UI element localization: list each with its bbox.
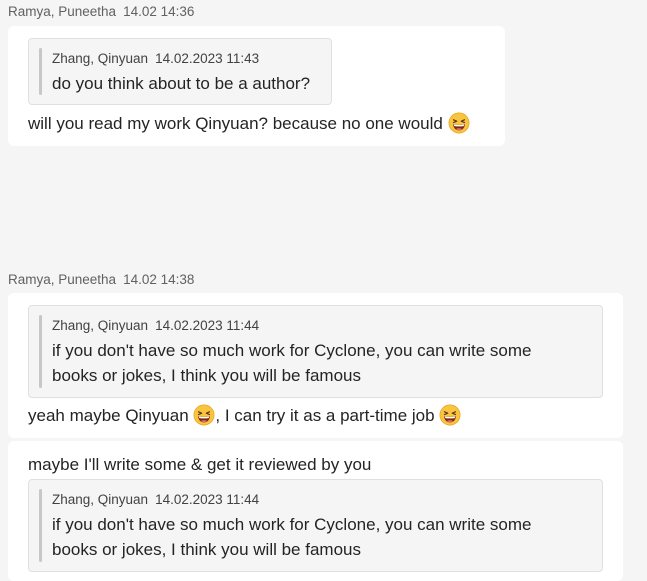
author-name: Ramya, Puneetha bbox=[8, 4, 117, 19]
quote-author: Zhang, Qinyuan bbox=[52, 51, 149, 66]
message-header: Ramya, Puneetha 14.02 14:38 bbox=[8, 272, 194, 287]
quote-text-line: books or jokes, I think you will be famo… bbox=[52, 366, 361, 385]
quoted-message[interactable]: Zhang, Qinyuan 14.02.2023 11:43 do you th… bbox=[28, 38, 332, 105]
quote-text-line: if you don't have so much work for Cyclo… bbox=[52, 515, 532, 534]
message-text: yeah maybe Qinyuan , I can try it as a p… bbox=[28, 404, 461, 426]
quote-bar bbox=[39, 48, 42, 95]
message-text: will you read my work Qinyuan? because n… bbox=[28, 112, 470, 134]
author-name: Ramya, Puneetha bbox=[8, 272, 117, 287]
quote-author: Zhang, Qinyuan bbox=[52, 318, 149, 333]
quote-timestamp: 14.02.2023 11:44 bbox=[155, 492, 260, 507]
quote-header: Zhang, Qinyuan 14.02.2023 11:44 bbox=[52, 492, 259, 507]
timestamp: 14.02 14:36 bbox=[123, 4, 195, 19]
grinning-squint-emoji-icon bbox=[448, 112, 470, 134]
quote-text: do you think about to be a author? bbox=[52, 74, 311, 93]
quoted-message[interactable]: Zhang, Qinyuan 14.02.2023 11:44 if you do… bbox=[28, 305, 603, 398]
quote-text-line: if you don't have so much work for Cyclo… bbox=[52, 341, 532, 360]
message-text-part: , I can try it as a part-time job bbox=[215, 406, 440, 425]
grinning-squint-emoji-icon bbox=[193, 404, 215, 426]
quote-text-line: books or jokes, I think you will be famo… bbox=[52, 540, 361, 559]
grinning-squint-emoji-icon bbox=[439, 404, 461, 426]
message-text-part: yeah maybe Qinyuan bbox=[28, 406, 194, 425]
message-text-content: will you read my work Qinyuan? because n… bbox=[28, 114, 443, 133]
quote-author: Zhang, Qinyuan bbox=[52, 492, 149, 507]
quote-header: Zhang, Qinyuan 14.02.2023 11:43 bbox=[52, 51, 259, 66]
timestamp: 14.02 14:38 bbox=[123, 272, 195, 287]
quote-bar bbox=[39, 315, 42, 388]
quote-header: Zhang, Qinyuan 14.02.2023 11:44 bbox=[52, 318, 259, 333]
message-bubble[interactable]: Zhang, Qinyuan 14.02.2023 11:44 if you do… bbox=[8, 293, 623, 438]
message-bubble[interactable]: Zhang, Qinyuan 14.02.2023 11:43 do you th… bbox=[8, 26, 505, 146]
quote-bar bbox=[39, 489, 42, 562]
quote-timestamp: 14.02.2023 11:44 bbox=[155, 318, 260, 333]
quote-timestamp: 14.02.2023 11:43 bbox=[155, 51, 260, 66]
message-header: Ramya, Puneetha 14.02 14:36 bbox=[8, 4, 194, 19]
quoted-message[interactable]: Zhang, Qinyuan 14.02.2023 11:44 if you do… bbox=[28, 479, 603, 572]
message-bubble[interactable]: maybe I'll write some & get it reviewed … bbox=[8, 441, 623, 581]
message-text: maybe I'll write some & get it reviewed … bbox=[28, 455, 372, 474]
